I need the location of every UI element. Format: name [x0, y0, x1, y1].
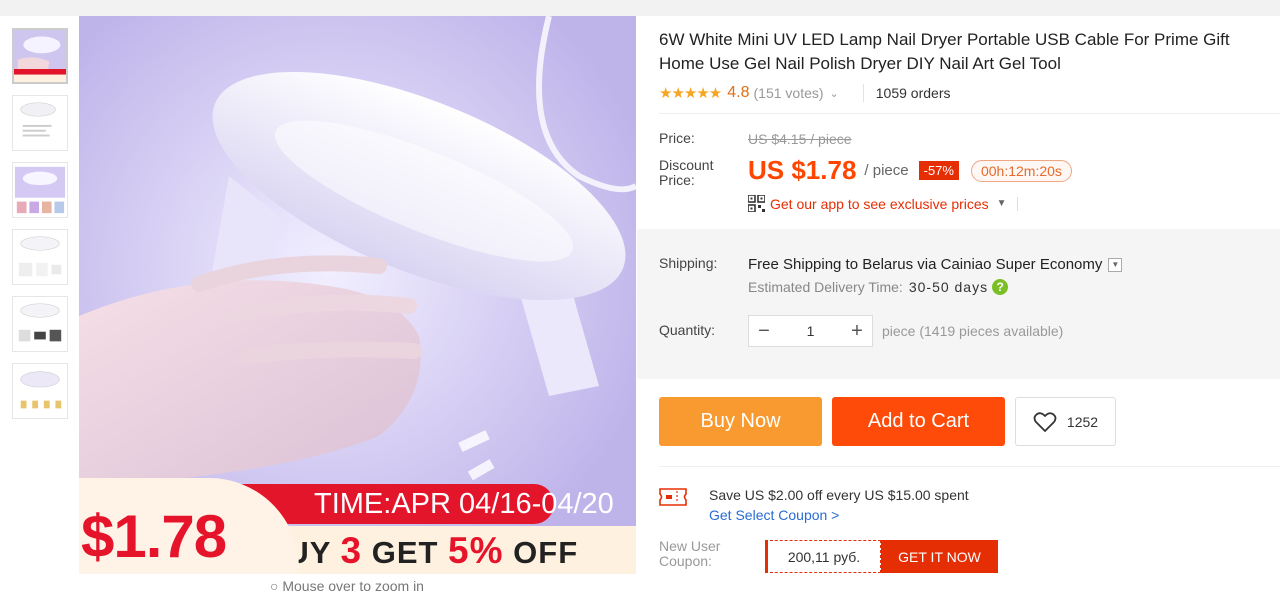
free-shipping-text: Free Shipping to	[748, 256, 859, 273]
eta-days: 30-50 days	[908, 279, 989, 295]
quantity-stepper: − 1 +	[748, 315, 873, 347]
heart-icon	[1033, 411, 1057, 432]
chevron-down-icon[interactable]: ▼	[1108, 257, 1123, 272]
discount-badge: -57%	[918, 161, 959, 180]
promo-banner: TIME:APR 04/16-04/20 BUY 3 GET 5% OFF $1…	[79, 478, 636, 574]
shipping-method[interactable]: Free Shipping to Belarus via Cainiao Sup…	[748, 256, 1123, 273]
decrement-button[interactable]: −	[749, 317, 779, 345]
get-coupon-link[interactable]: Get Select Coupon >	[709, 507, 839, 523]
zoom-hint: ○ Mouse over to zoom in	[270, 578, 424, 594]
thumbnail-3[interactable]	[12, 162, 68, 218]
divider	[862, 84, 864, 102]
buy-now-button[interactable]: Buy Now	[659, 397, 822, 446]
votes-link[interactable]: (151 votes)	[754, 85, 824, 101]
thumbnail-1[interactable]	[12, 28, 68, 84]
eta-label: Estimated Delivery Time:	[748, 279, 903, 295]
star-rating-icon: ★★★★★	[659, 85, 722, 102]
coupon-icon	[659, 488, 687, 506]
thumbnail-2[interactable]	[12, 95, 68, 151]
new-user-coupon-label: New User Coupon:	[659, 538, 721, 569]
discount-price-row: US $1.78 / piece -57% 00h:12m:20s	[748, 155, 1072, 186]
divider	[659, 113, 1280, 114]
availability-text: piece (1419 pieces available)	[882, 323, 1064, 339]
increment-button[interactable]: +	[842, 317, 872, 345]
promo-buy-text: BUY 3 GET 5% OFF	[263, 530, 579, 571]
rating-score: 4.8	[727, 84, 750, 101]
shipping-destination: Belarus via Cainiao Super Economy	[858, 256, 1103, 273]
shipping-quantity-box: Shipping: Free Shipping to Belarus via C…	[637, 229, 1280, 379]
main-product-image[interactable]: TIME:APR 04/16-04/20 BUY 3 GET 5% OFF $1…	[79, 16, 636, 574]
divider	[659, 466, 1280, 467]
promo-price-text: $1.78	[81, 503, 227, 570]
rating-row: ★★★★★ 4.8 (151 votes) ⌄ 1059 orders	[659, 82, 950, 104]
thumbnail-6[interactable]	[12, 363, 68, 419]
app-promo-text[interactable]: Get our app to see exclusive prices	[770, 196, 989, 212]
divider	[1016, 196, 1018, 211]
thumbnail-4[interactable]	[12, 229, 68, 285]
countdown-timer: 00h:12m:20s	[970, 159, 1072, 182]
delivery-estimate: Estimated Delivery Time: 30-50 days ?	[748, 279, 1009, 295]
get-it-now-button[interactable]: GET IT NOW	[881, 540, 998, 573]
price-label: Price:	[659, 130, 695, 146]
quantity-label: Quantity:	[659, 322, 716, 338]
discount-price: US $1.78	[748, 155, 857, 185]
store-coupon-text: Save US $2.00 off every US $15.00 spent	[709, 487, 969, 503]
new-user-coupon-amount: 200,11 руб.	[765, 540, 881, 573]
help-icon[interactable]: ?	[992, 279, 1009, 295]
orders-count: 1059 orders	[875, 85, 951, 101]
promo-time-text: TIME:APR 04/16-04/20	[314, 488, 614, 520]
thumbnail-5[interactable]	[12, 296, 68, 352]
app-promo[interactable]: Get our app to see exclusive prices ▼	[748, 195, 1018, 212]
qr-code-icon	[748, 195, 765, 212]
wishlist-button[interactable]: 1252	[1015, 397, 1116, 446]
top-bar	[0, 0, 1280, 16]
thumbnail-list	[12, 28, 70, 430]
original-price: US $4.15 / piece	[748, 131, 852, 147]
shipping-label: Shipping:	[659, 255, 718, 271]
chevron-down-icon[interactable]: ⌄	[830, 87, 839, 100]
add-to-cart-button[interactable]: Add to Cart	[832, 397, 1005, 446]
wishlist-count: 1252	[1066, 413, 1099, 430]
quantity-input[interactable]: 1	[779, 323, 842, 339]
price-unit: / piece	[864, 162, 909, 179]
caret-down-icon[interactable]: ▼	[997, 198, 1007, 209]
product-title: 6W White Mini UV LED Lamp Nail Dryer Por…	[659, 30, 1230, 73]
discount-price-label: Discount Price:	[659, 157, 714, 188]
